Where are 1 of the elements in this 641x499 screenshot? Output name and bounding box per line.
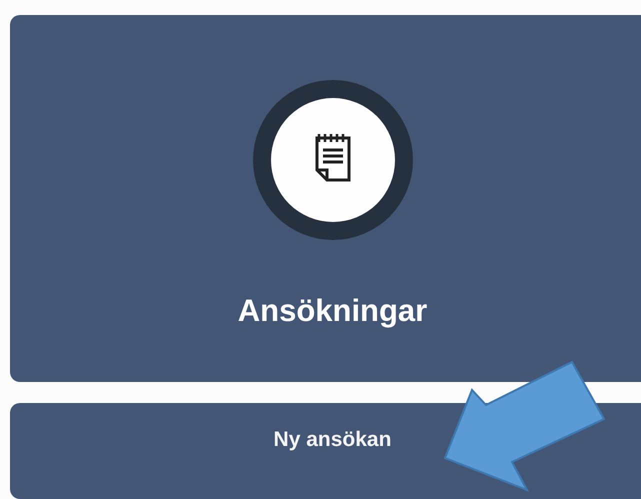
card-title: Ansökningar [238,293,428,329]
